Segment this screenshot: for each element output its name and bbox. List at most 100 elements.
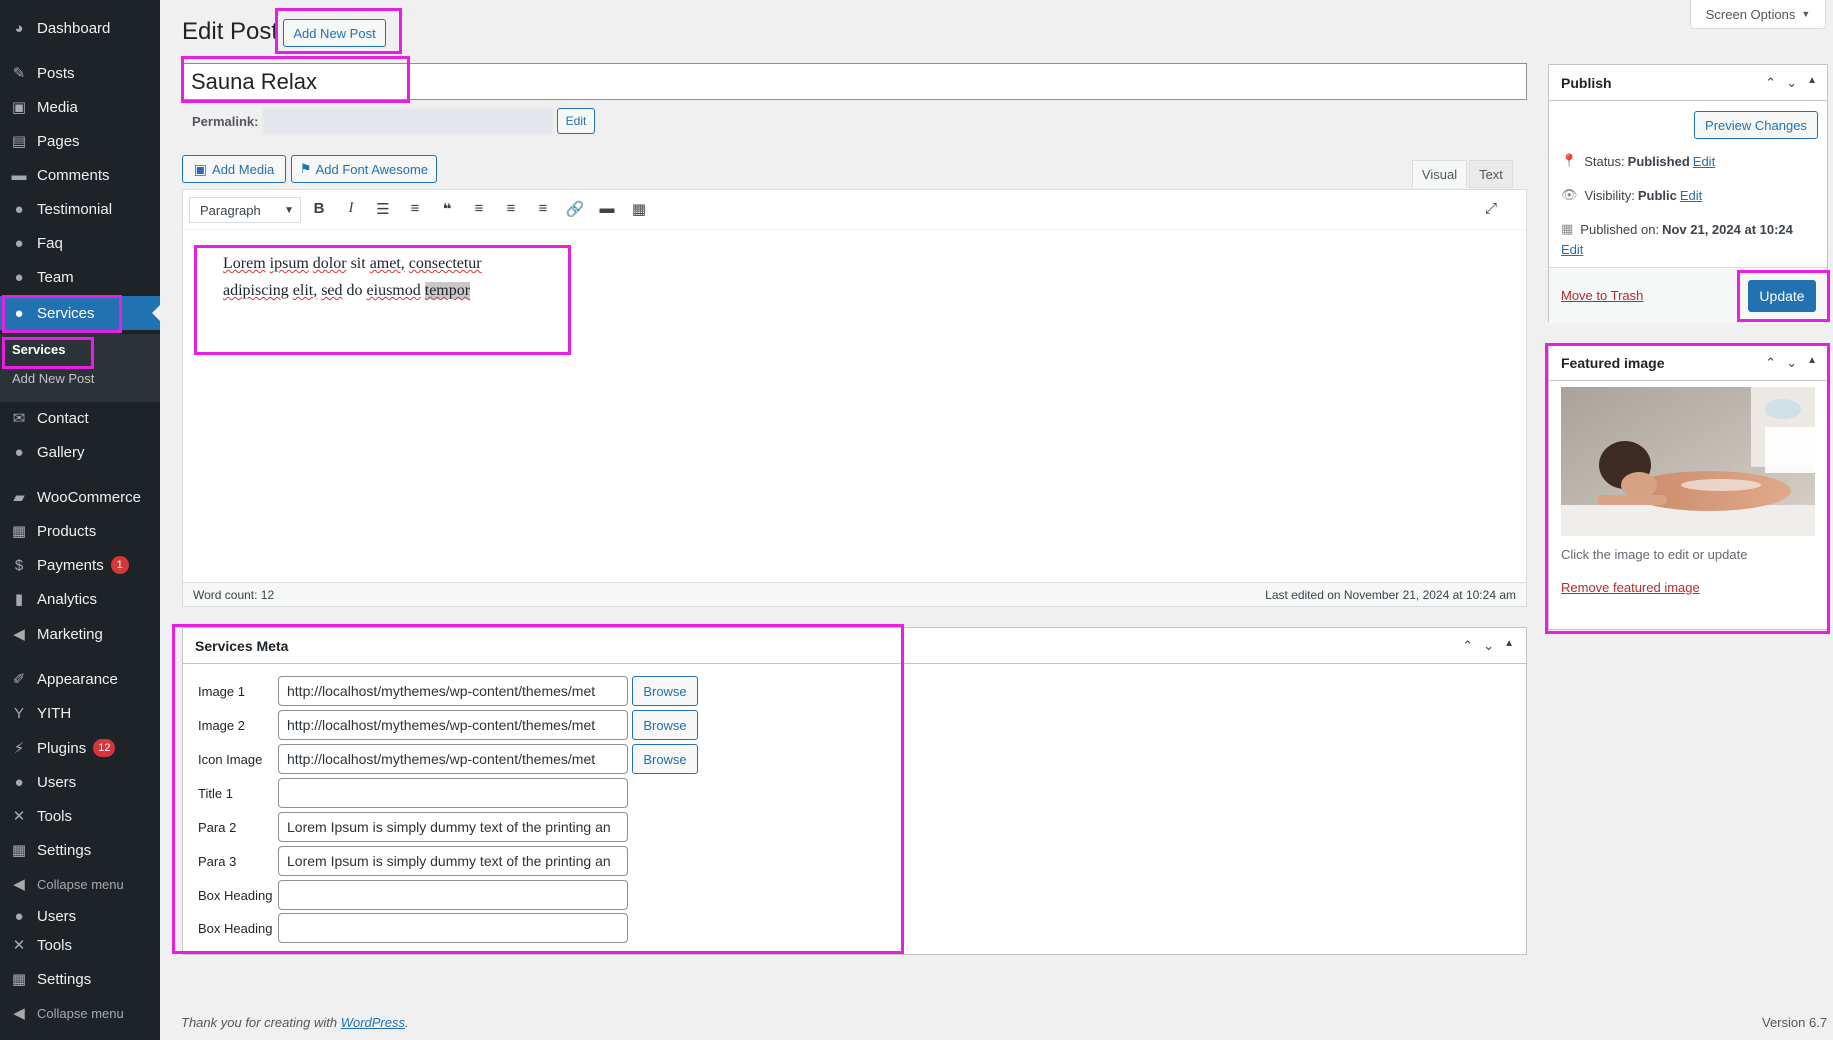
meta-field-input[interactable] — [278, 778, 628, 808]
sidebar-item-team[interactable]: ● Team — [0, 260, 160, 294]
sidebar-item-posts[interactable]: ✎ Posts — [0, 56, 160, 90]
editor-word: dolor — [312, 255, 347, 272]
sidebar-item-comments[interactable]: ▬ Comments — [0, 158, 160, 192]
meta-field-input[interactable]: http://localhost/mythemes/wp-content/the… — [278, 744, 628, 774]
sidebar-item-faq[interactable]: ● Faq — [0, 226, 160, 260]
sidebar-item-pages[interactable]: ▤ Pages — [0, 124, 160, 158]
sidebar-item-plugins[interactable]: ⚡ Plugins 12 — [0, 731, 160, 765]
media-icon: ▣ — [11, 99, 27, 116]
sidebar-item-appearance[interactable]: ✐ Appearance — [0, 662, 160, 696]
bold-icon[interactable]: B — [309, 200, 329, 217]
megaphone-icon: ◀ — [13, 626, 25, 643]
sidebar-item-analytics[interactable]: ▮ Analytics — [0, 582, 160, 616]
editor-content[interactable]: Lorem ipsum dolor sit amet, consectetur … — [223, 250, 583, 304]
featured-image-header[interactable]: Featured image ⌃ ⌄ ▲ — [1549, 345, 1827, 381]
toggle-panel-icon[interactable]: ▲ — [1807, 75, 1817, 91]
sidebar-item-services[interactable]: ● Services — [0, 296, 160, 330]
sidebar-item-contact[interactable]: ✉ Contact — [0, 401, 160, 435]
meta-field-input[interactable] — [278, 880, 628, 910]
bullet-list-icon[interactable]: ☰ — [373, 200, 393, 218]
align-right-icon[interactable]: ≡ — [533, 200, 553, 217]
align-center-icon[interactable]: ≡ — [501, 200, 521, 217]
tab-text[interactable]: Text — [1469, 160, 1513, 188]
meta-field-input[interactable]: Lorem Ipsum is simply dummy text of the … — [278, 846, 628, 876]
services-meta-title: Services Meta — [195, 638, 289, 654]
services-meta-header[interactable]: Services Meta ⌃ ⌄ ▲ — [183, 628, 1526, 664]
italic-icon[interactable]: I — [341, 200, 361, 217]
editor-word: ipsum — [269, 255, 309, 272]
update-button[interactable]: Update — [1748, 280, 1816, 312]
featured-image-thumbnail[interactable] — [1561, 387, 1815, 536]
sidebar-item-products[interactable]: ▦ Products — [0, 514, 160, 548]
sidebar-item-woocommerce[interactable]: ▰ WooCommerce — [0, 480, 160, 514]
wordpress-link[interactable]: WordPress — [341, 1015, 405, 1030]
sidebar-item-gallery[interactable]: ● Gallery — [0, 435, 160, 469]
move-to-trash-link[interactable]: Move to Trash — [1561, 288, 1643, 303]
preview-changes-button[interactable]: Preview Changes — [1694, 111, 1818, 139]
sidebar-item-tools[interactable]: ✕ Tools — [0, 799, 160, 833]
tab-visual[interactable]: Visual — [1412, 160, 1467, 188]
move-up-icon[interactable]: ⌃ — [1462, 638, 1473, 654]
permalink-url[interactable] — [263, 108, 553, 134]
add-new-post-button[interactable]: Add New Post — [283, 19, 386, 47]
add-font-awesome-button[interactable]: ⚑ Add Font Awesome — [291, 155, 437, 183]
sidebar-item-payments[interactable]: $ Payments 1 — [0, 548, 160, 582]
toolbar-toggle-icon[interactable]: ▦ — [629, 200, 649, 218]
move-up-icon[interactable]: ⌃ — [1765, 355, 1776, 371]
sidebar-item-yith[interactable]: Y YITH — [0, 696, 160, 730]
move-down-icon[interactable]: ⌄ — [1483, 638, 1494, 654]
sidebar-item-marketing[interactable]: ◀ Marketing — [0, 617, 160, 651]
featured-image-title: Featured image — [1561, 355, 1665, 371]
move-down-icon[interactable]: ⌄ — [1786, 355, 1797, 371]
sidebar-item-dashboard[interactable]: ◕ Dashboard — [0, 11, 160, 45]
screen-options-button[interactable]: Screen Options ▼ — [1690, 0, 1826, 29]
move-up-icon[interactable]: ⌃ — [1765, 75, 1776, 91]
align-left-icon[interactable]: ≡ — [469, 200, 489, 217]
sidebar-item-settings[interactable]: ▦ Settings — [0, 833, 160, 867]
browse-button[interactable]: Browse — [632, 710, 698, 740]
link-icon[interactable]: 🔗 — [565, 200, 585, 218]
sidebar-item-users[interactable]: ● Users — [0, 765, 160, 799]
publish-header[interactable]: Publish ⌃ ⌄ ▲ — [1549, 65, 1827, 101]
fullscreen-icon[interactable]: ⤢ — [1481, 200, 1501, 217]
add-media-button[interactable]: ▣ Add Media — [182, 155, 286, 183]
submenu-item-services[interactable]: Services — [12, 342, 66, 357]
browse-button[interactable]: Browse — [632, 676, 698, 706]
meta-field-input[interactable] — [278, 913, 628, 943]
sidebar-item-collapse-menu[interactable]: ◀ Collapse menu — [0, 996, 160, 1030]
meta-field-input[interactable]: http://localhost/mythemes/wp-content/the… — [278, 710, 628, 740]
meta-field-input[interactable]: http://localhost/mythemes/wp-content/the… — [278, 676, 628, 706]
sidebar-item-tools[interactable]: ✕ Tools — [0, 928, 160, 962]
sidebar-item-collapse-menu[interactable]: ◀ Collapse menu — [0, 867, 160, 901]
publish-title: Publish — [1561, 75, 1612, 91]
mail-icon: ✉ — [12, 410, 26, 427]
sidebar-item-media[interactable]: ▣ Media — [0, 90, 160, 124]
published-on-label: Published on: — [1580, 221, 1660, 237]
browse-button[interactable]: Browse — [632, 744, 698, 774]
eye-icon: 👁 — [1561, 187, 1578, 202]
read-more-icon[interactable]: ▬ — [597, 200, 617, 217]
meta-field-label: Para 3 — [198, 854, 237, 869]
submenu-item-add-new-post[interactable]: Add New Post — [12, 371, 94, 386]
visibility-edit-link[interactable]: Edit — [1680, 188, 1702, 203]
blockquote-icon[interactable]: ❝ — [437, 200, 457, 218]
format-select[interactable]: Paragraph ▼ — [189, 197, 301, 223]
calendar-icon: ▦ — [1561, 221, 1574, 236]
dashboard-icon: ◕ — [14, 19, 24, 37]
collapse-icon: ◀ — [13, 1005, 25, 1022]
move-down-icon[interactable]: ⌄ — [1786, 75, 1797, 91]
numbered-list-icon[interactable]: ≡ — [405, 200, 425, 217]
post-title-input[interactable]: Sauna Relax — [182, 63, 1527, 100]
meta-field-input[interactable]: Lorem Ipsum is simply dummy text of the … — [278, 812, 628, 842]
sidebar-item-label: Tools — [37, 807, 73, 825]
sidebar-item-testimonial[interactable]: ● Testimonial — [0, 192, 160, 226]
permalink-edit-button[interactable]: Edit — [557, 108, 595, 134]
users-icon: ● — [14, 907, 24, 925]
remove-featured-image-link[interactable]: Remove featured image — [1561, 580, 1700, 595]
sidebar-item-settings[interactable]: ▦ Settings — [0, 962, 160, 996]
toggle-panel-icon[interactable]: ▲ — [1807, 355, 1817, 371]
visibility-row: 👁 Visibility: Public Edit — [1561, 187, 1702, 203]
toggle-panel-icon[interactable]: ▲ — [1504, 638, 1514, 654]
status-edit-link[interactable]: Edit — [1693, 154, 1715, 169]
published-on-edit-link[interactable]: Edit — [1561, 242, 1583, 257]
